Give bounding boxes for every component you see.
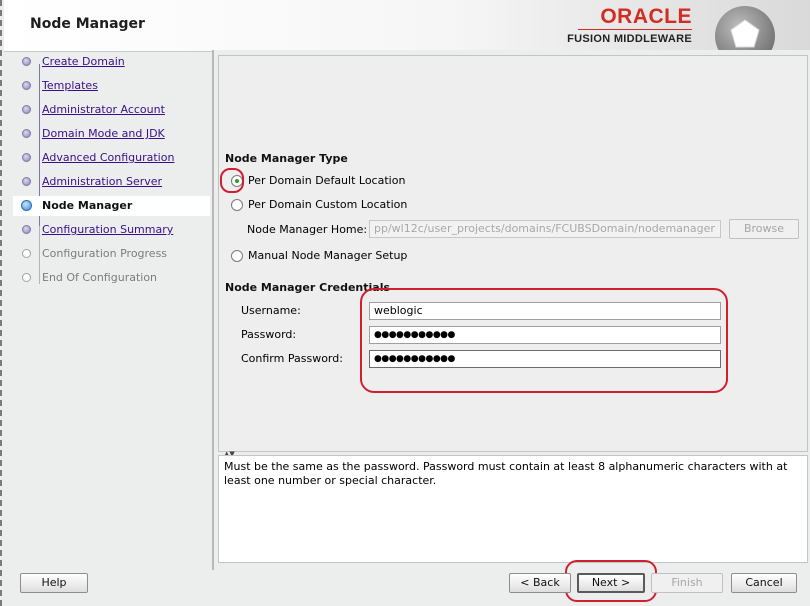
step-label: End Of Configuration [42,271,158,284]
radio-per-domain-default[interactable]: Per Domain Default Location [231,174,405,187]
content-panel: Node Manager Type Per Domain Default Loc… [212,50,810,570]
radio-selected-icon [231,174,243,187]
step-end-of-configuration: End Of Configuration [15,268,210,288]
step-create-domain[interactable]: Create Domain [15,52,210,72]
back-button[interactable]: < Back [509,573,571,593]
step-label: Templates [42,79,98,92]
step-node-pending-icon [22,273,31,282]
brand-divider [578,29,692,30]
help-description: Must be the same as the password. Passwo… [218,455,808,563]
confirm-password-input[interactable]: ●●●●●●●●●●● [369,350,721,368]
radio-label: Manual Node Manager Setup [248,249,408,262]
node-manager-home-label: Node Manager Home: [247,223,368,236]
step-node-icon [22,81,31,90]
header-banner: Node Manager ORACLE FUSION MIDDLEWARE [4,0,810,60]
step-templates[interactable]: Templates [15,76,210,96]
step-label: Administrator Account [42,103,165,116]
step-node-manager[interactable]: Node Manager [13,196,210,216]
step-configuration-summary[interactable]: Configuration Summary [15,220,210,240]
username-label: Username: [241,304,301,317]
radio-unselected-icon [231,249,243,262]
finish-button-label: Finish [671,576,703,589]
step-label: Domain Mode and JDK [42,127,165,140]
back-button-label: < Back [520,576,560,589]
step-node-icon [22,153,31,162]
step-node-icon [22,57,31,66]
step-label: Administration Server [42,175,163,188]
step-label: Node Manager [42,199,133,212]
step-configuration-progress: Configuration Progress [15,244,210,264]
radio-per-domain-custom[interactable]: Per Domain Custom Location [231,198,407,211]
step-label: Configuration Summary [42,223,174,236]
step-node-pending-icon [22,249,31,258]
step-node-icon [22,225,31,234]
cancel-button-label: Cancel [745,576,783,589]
button-bar: Help < Back Next > Finish Cancel [4,570,810,606]
installer-window: Node Manager ORACLE FUSION MIDDLEWARE Cr… [0,0,810,606]
oracle-logo: ORACLE FUSION MIDDLEWARE [564,5,692,45]
step-label: Create Domain [42,55,125,68]
cancel-button[interactable]: Cancel [731,573,797,593]
browse-button[interactable]: Browse [729,219,799,239]
node-manager-type-heading: Node Manager Type [225,152,348,165]
step-label: Configuration Progress [42,247,168,260]
step-administrator-account[interactable]: Administrator Account [15,100,210,120]
step-advanced-configuration[interactable]: Advanced Configuration [15,148,210,168]
password-input[interactable]: ●●●●●●●●●●● [369,326,721,344]
steps-navigation: Create Domain Templates Administrator Ac… [13,50,210,570]
username-input[interactable]: weblogic [369,302,721,320]
step-node-icon [22,105,31,114]
confirm-password-label: Confirm Password: [241,352,343,365]
brand-product: FUSION MIDDLEWARE [567,33,692,45]
step-domain-mode-jdk[interactable]: Domain Mode and JDK [15,124,210,144]
step-node-icon [22,177,31,186]
node-manager-home-input[interactable]: pp/wl12c/user_projects/domains/FCUBSDoma… [369,220,721,238]
radio-unselected-icon [231,198,243,211]
radio-manual-setup[interactable]: Manual Node Manager Setup [231,249,407,262]
credentials-heading: Node Manager Credentials [225,281,391,294]
next-button[interactable]: Next > [577,573,645,593]
step-node-icon [22,129,31,138]
help-button[interactable]: Help [20,573,88,593]
help-button-label: Help [41,576,67,589]
step-node-current-icon [21,200,32,211]
finish-button[interactable]: Finish [651,573,723,593]
radio-label: Per Domain Custom Location [248,198,408,211]
radio-label: Per Domain Default Location [248,174,406,187]
next-button-label: Next > [591,576,631,589]
page-title: Node Manager [30,16,145,32]
step-administration-server[interactable]: Administration Server [15,172,210,192]
step-label: Advanced Configuration [42,151,175,164]
form-area: Node Manager Type Per Domain Default Loc… [218,55,808,452]
brand-name: ORACLE [600,5,692,28]
password-label: Password: [241,328,297,341]
